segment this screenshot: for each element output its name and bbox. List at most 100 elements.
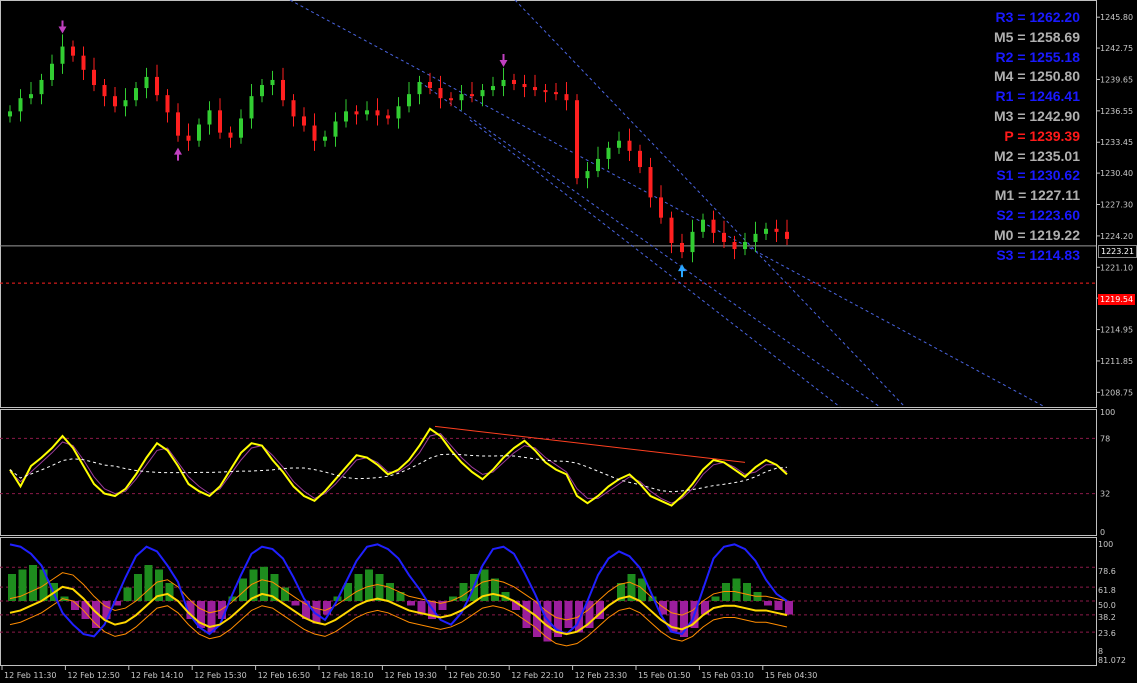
candle-body xyxy=(344,111,348,122)
oscillator-histogram-bar xyxy=(281,587,289,601)
oscillator-tick-label: 23.6 xyxy=(1098,629,1116,638)
oscillator-histogram-bar xyxy=(564,601,573,628)
candle-body xyxy=(123,100,128,107)
pivot-level-label: P = 1239.39 xyxy=(1004,127,1080,144)
candle-body xyxy=(743,241,747,250)
candle-body xyxy=(92,69,96,86)
stochastic-pane[interactable] xyxy=(0,425,1096,507)
oscillator-histogram-bar xyxy=(785,601,793,615)
time-tick-label: 12 Feb 16:50 xyxy=(258,671,310,680)
channel-line xyxy=(289,0,1046,408)
time-tick-label: 15 Feb 01:50 xyxy=(638,671,690,680)
oscillator-histogram-bar xyxy=(638,578,646,601)
candle-body xyxy=(323,136,327,141)
price-pane[interactable] xyxy=(0,0,1096,408)
candle-body xyxy=(155,76,159,96)
candle-body xyxy=(29,94,33,99)
stochastic-tick-label: 78 xyxy=(1100,434,1110,443)
pivot-level-label: M4 = 1250.80 xyxy=(993,68,1080,85)
down-arrow-icon xyxy=(58,20,67,34)
trend-line xyxy=(434,425,746,463)
candle-body xyxy=(144,76,149,89)
time-axis: 12 Feb 11:30 12 Feb 12:50 12 Feb 14:10 12 F… xyxy=(1,666,817,680)
price-tick-label: 1214.95 xyxy=(1100,326,1133,335)
stochastic-tick-label: 100 xyxy=(1100,408,1115,417)
candle-body xyxy=(659,197,663,218)
price-tick-label: 1227.30 xyxy=(1100,201,1133,210)
candle-body xyxy=(753,233,758,242)
candle-body xyxy=(732,241,737,250)
candle-body xyxy=(459,94,464,101)
candle-body xyxy=(302,116,306,126)
candle-body xyxy=(585,171,590,179)
candle-body xyxy=(333,121,338,137)
candle-body xyxy=(512,79,516,85)
oscillator-tick-label: 8 xyxy=(1098,647,1103,656)
up-arrow-icon xyxy=(174,147,182,161)
candle-body xyxy=(533,87,537,91)
candle-body xyxy=(249,96,254,119)
time-tick-label: 12 Feb 12:50 xyxy=(67,671,119,680)
price-tick-label: 1242.75 xyxy=(1100,44,1133,53)
time-tick-label: 12 Feb 23:30 xyxy=(575,671,627,680)
price-tick-label: 1239.65 xyxy=(1100,75,1133,84)
candle-body xyxy=(176,112,180,136)
oscillator-tick-label: 81.072 xyxy=(1098,656,1126,665)
candle-body xyxy=(407,94,411,107)
candle-body xyxy=(281,79,285,101)
candle-body xyxy=(18,98,23,112)
pivot-level-label: S2 = 1223.60 xyxy=(996,206,1080,223)
oscillator-tick-label: 38.2 xyxy=(1098,613,1116,622)
candle-body xyxy=(71,46,75,56)
pivot-level-label: M3 = 1242.90 xyxy=(993,107,1080,124)
candle-body xyxy=(102,85,107,97)
pivot-level-label: R1 = 1246.41 xyxy=(995,88,1080,105)
oscillator-histogram-bar xyxy=(375,574,384,601)
up-arrow-icon xyxy=(678,264,686,278)
oscillator-tick-label: 100 xyxy=(1098,540,1113,549)
time-tick-label: 12 Feb 22:10 xyxy=(511,671,563,680)
candle-body xyxy=(291,100,296,117)
candle-body xyxy=(165,95,170,113)
pivot-level-label: R2 = 1255.18 xyxy=(995,48,1080,65)
candle-body xyxy=(680,242,684,253)
candle-body xyxy=(50,63,54,80)
oscillator-histogram-bar xyxy=(386,583,394,601)
candle-body xyxy=(186,135,191,141)
oscillator-histogram-bar xyxy=(459,583,468,601)
time-tick-label: 12 Feb 19:30 xyxy=(384,671,436,680)
oscillator-histogram-bar xyxy=(743,583,751,601)
oscillator-tick-label: 50.0 xyxy=(1098,601,1116,610)
candle-body xyxy=(648,167,653,198)
pivot-level-label: M0 = 1219.22 xyxy=(993,226,1080,243)
time-tick-label: 12 Feb 20:50 xyxy=(448,671,500,680)
time-tick-label: 15 Feb 04:30 xyxy=(765,671,817,680)
candle-body xyxy=(239,118,243,138)
channel-line xyxy=(469,119,841,408)
time-tick-label: 12 Feb 14:10 xyxy=(131,671,183,680)
candle-body xyxy=(218,110,222,133)
oscillator-histogram-bar xyxy=(291,601,300,606)
pivot-level-label: M5 = 1258.69 xyxy=(993,28,1080,45)
price-tick-label: 1211.85 xyxy=(1100,357,1133,366)
candle-body xyxy=(428,81,432,89)
price-tick-label: 1236.55 xyxy=(1100,107,1133,116)
price-tick-label: 1230.40 xyxy=(1100,169,1133,178)
candle-body xyxy=(438,88,443,99)
oscillator-pane[interactable] xyxy=(0,543,1096,647)
candle-body xyxy=(197,124,201,141)
candle-body xyxy=(270,79,275,86)
oscillator-histogram-bar xyxy=(218,601,226,619)
pivot-levels-panel: R3 = 1262.20 M5 = 1258.69 R2 = 1255.18 M4 =… xyxy=(950,8,1080,265)
candle-body xyxy=(480,90,485,97)
candle-body xyxy=(312,125,317,141)
candle-body xyxy=(764,228,768,234)
oscillator-axis: 100 78.6 61.8 50.0 38.2 23.6 881.072 xyxy=(1098,540,1126,665)
current-price-tag: 1223.21 xyxy=(1098,245,1137,258)
stochastic-tick-label: 0 xyxy=(1100,528,1105,537)
main-pane-border xyxy=(0,0,1097,408)
time-tick-label: 12 Feb 18:10 xyxy=(321,671,373,680)
candle-body xyxy=(470,94,474,97)
candle-body xyxy=(690,231,695,253)
candle-body xyxy=(396,106,401,119)
